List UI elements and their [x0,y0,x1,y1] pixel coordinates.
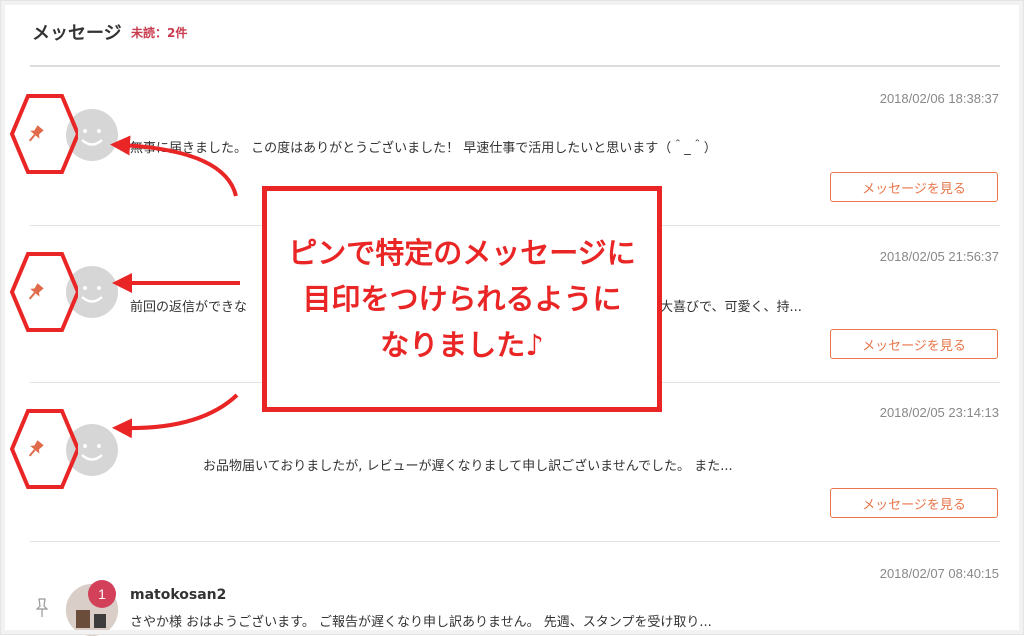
callout-line: ピンで特定のメッセージに [288,236,636,270]
arrow [112,393,239,439]
callout-line: なりました♪ [380,328,544,362]
annotation-callout: ピンで特定のメッセージに 目印をつけられるように なりました♪ [262,186,662,412]
callout-line: 目印をつけられるように [302,282,622,316]
arrow [110,135,238,197]
